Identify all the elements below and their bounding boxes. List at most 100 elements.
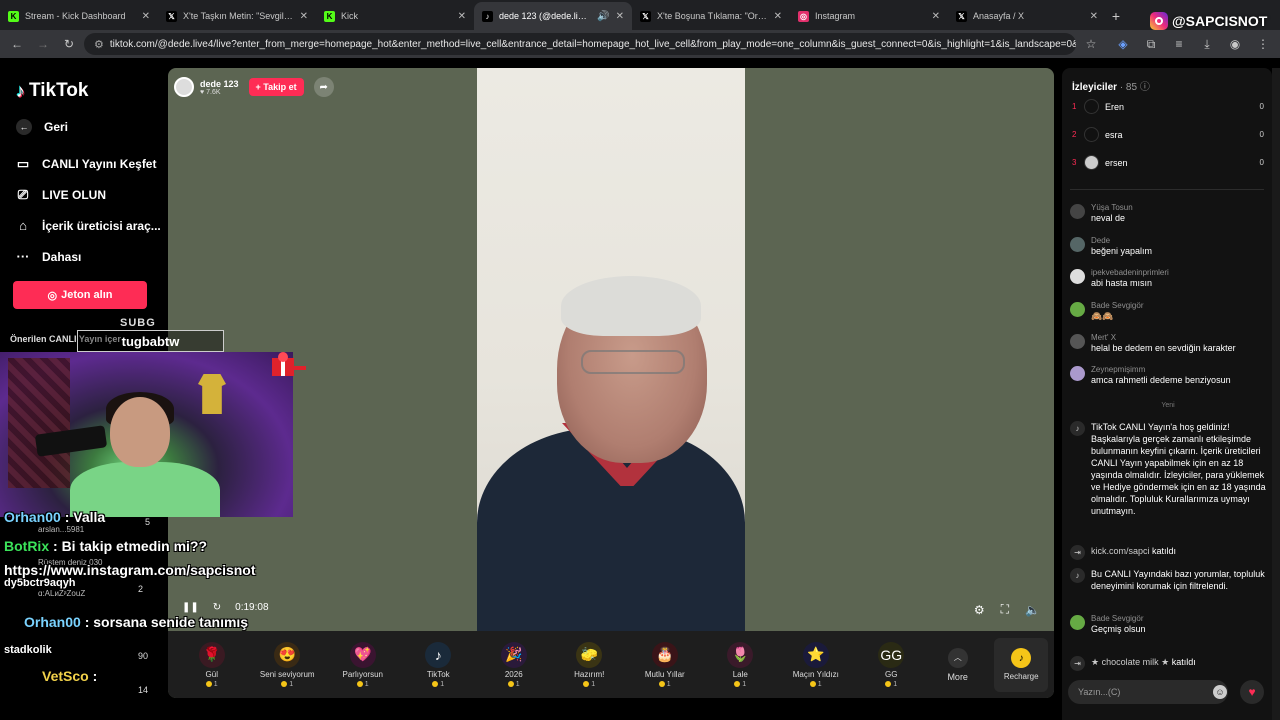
coin-icon bbox=[281, 681, 288, 687]
gift-cost-value: 1 bbox=[364, 680, 369, 688]
profile-icon[interactable]: ◉ bbox=[1224, 33, 1246, 55]
close-icon[interactable]: ✕ bbox=[300, 11, 308, 22]
avatar[interactable] bbox=[1070, 237, 1085, 252]
close-icon[interactable]: ✕ bbox=[142, 11, 150, 22]
gift-item[interactable]: 😍 Seni seviyorum 1 bbox=[250, 641, 326, 688]
gift-item[interactable]: ♪ TikTok 1 bbox=[401, 641, 477, 688]
overlay-chat-line: BotRix : Bi takip etmedin mi?? bbox=[4, 538, 207, 554]
streamer-watermark: @SAPCISNOT bbox=[1150, 12, 1267, 30]
sidebar-item-label: LIVE OLUN bbox=[42, 188, 107, 202]
gift-heart-icon[interactable]: ♥ bbox=[1240, 680, 1264, 704]
sidebar-item-creator-tools[interactable]: ⌂ İçerik üreticisi araç... bbox=[16, 218, 161, 233]
gift-name: Parlıyorsun bbox=[342, 669, 383, 679]
ranking-name: dy5bctr9aqyh bbox=[4, 577, 76, 589]
top-viewer-row[interactable]: 2 esra 0 bbox=[1072, 127, 1264, 142]
extension-icon[interactable]: ◈ bbox=[1112, 33, 1134, 55]
gift-item[interactable]: 🎉 2026 1 bbox=[476, 641, 552, 688]
avatar[interactable] bbox=[1070, 615, 1085, 630]
top-viewer-row[interactable]: 1 Eren 0 bbox=[1072, 99, 1264, 114]
avatar[interactable] bbox=[1070, 302, 1085, 317]
browser-tab[interactable]: ♪ dede 123 (@dede.live4) CA 🔊 ✕ bbox=[474, 2, 632, 30]
gift-item[interactable]: ⭐ Maçın Yıldızı 1 bbox=[778, 641, 854, 688]
recharge-button[interactable]: ♪ Recharge bbox=[994, 637, 1048, 692]
fullscreen-icon[interactable]: ⛶ bbox=[1001, 602, 1009, 617]
downloads-icon[interactable]: ⤓ bbox=[1196, 33, 1218, 55]
refresh-icon[interactable]: ↻ bbox=[213, 602, 221, 613]
page-scrollbar[interactable] bbox=[1272, 68, 1280, 720]
join-user[interactable]: kick.com/sapci bbox=[1091, 546, 1150, 556]
chat-input[interactable]: Yazın...(C) bbox=[1068, 680, 1228, 704]
site-info-icon[interactable]: ⚙ bbox=[94, 38, 104, 51]
gift-name: Hazırım! bbox=[574, 669, 605, 679]
avatar[interactable] bbox=[1070, 334, 1085, 349]
browser-tab[interactable]: ◎ Instagram ✕ bbox=[790, 2, 948, 30]
back-icon[interactable]: ← bbox=[6, 33, 28, 55]
gift-cost: 1 bbox=[507, 681, 520, 688]
browser-tab[interactable]: K Stream - Kick Dashboard ✕ bbox=[0, 2, 158, 30]
settings-icon[interactable]: ⚙ bbox=[974, 603, 985, 617]
chat-username[interactable]: ipekvebadeninprimleri bbox=[1091, 268, 1169, 277]
gift-item[interactable]: 💖 Parlıyorsun 1 bbox=[325, 641, 401, 688]
puzzle-icon[interactable]: ⧉ bbox=[1140, 33, 1162, 55]
join-user[interactable]: ★ chocolate milk ★ bbox=[1091, 657, 1169, 667]
reload-icon[interactable]: ↻ bbox=[58, 33, 80, 55]
new-messages-separator: Yeni bbox=[1161, 402, 1175, 409]
gift-item[interactable]: 🌹 Gül 1 bbox=[174, 641, 250, 688]
close-icon[interactable]: ✕ bbox=[774, 11, 782, 22]
close-icon[interactable]: ✕ bbox=[616, 11, 624, 22]
browser-tab[interactable]: 𝕏 X'te Boşuna Tıklama: "Orkun Iş ✕ bbox=[632, 2, 790, 30]
player-settings-controls: ⚙ ⛶ 🔈 bbox=[974, 602, 1040, 617]
chat-username[interactable]: Dede bbox=[1091, 236, 1152, 245]
address-bar[interactable]: ⚙ tiktok.com/@dede.live4/live?enter_from… bbox=[84, 33, 1076, 55]
gift-item[interactable]: GG GG 1 bbox=[854, 641, 930, 688]
gift-item[interactable]: 🎂 Mutlu Yıllar 1 bbox=[627, 641, 703, 688]
sidebar-item-back[interactable]: ← Geri bbox=[16, 119, 68, 135]
more-gifts-button[interactable]: ︿ More bbox=[929, 647, 986, 682]
gift-icon: 💖 bbox=[349, 641, 376, 668]
chat-username[interactable]: Zeynepmişimm bbox=[1091, 365, 1231, 374]
close-icon[interactable]: ✕ bbox=[1090, 11, 1098, 22]
extensions-area: ◈ ⧉ ≡ ⤓ ◉ ⋮ bbox=[1106, 33, 1274, 55]
live-video-stage[interactable]: dede 123 ♥ 7.6K + Takip et ➦ ❚❚ ↻ 0:19:0… bbox=[168, 68, 1054, 698]
media-icon[interactable]: ≡ bbox=[1168, 33, 1190, 55]
viewers-heading: İzleyiciler · 85 ⓘ bbox=[1072, 78, 1150, 93]
avatar[interactable] bbox=[1070, 366, 1085, 381]
get-coins-button[interactable]: ◎ Jeton alın bbox=[13, 281, 147, 309]
sidebar-item-more[interactable]: ··· Dahası bbox=[16, 249, 82, 264]
avatar[interactable] bbox=[1070, 204, 1085, 219]
kick-icon: K bbox=[324, 10, 335, 22]
avatar[interactable] bbox=[1070, 269, 1085, 284]
tab-audio-icon[interactable]: 🔊 bbox=[597, 11, 609, 22]
close-icon[interactable]: ✕ bbox=[458, 11, 466, 22]
follow-button[interactable]: + Takip et bbox=[248, 78, 304, 96]
chat-username[interactable]: Yüşa Tosun bbox=[1091, 203, 1133, 212]
chat-username[interactable]: Bade Sevgigör bbox=[1091, 614, 1146, 623]
top-viewer-row[interactable]: 3 ersen 0 bbox=[1072, 155, 1264, 170]
gift-item[interactable]: 🧽 Hazırım! 1 bbox=[552, 641, 628, 688]
browser-tab[interactable]: K Kick ✕ bbox=[316, 2, 474, 30]
tiktok-icon: ♪ bbox=[482, 10, 493, 22]
sidebar-item-go-live[interactable]: ⎚ LIVE OLUN bbox=[16, 187, 106, 203]
tiktok-logo[interactable]: ♪ TikTok bbox=[16, 80, 88, 102]
new-tab-button[interactable]: + bbox=[1106, 2, 1126, 30]
gift-name: GG bbox=[885, 669, 898, 679]
chat-username[interactable]: Bade Sevgigör bbox=[1091, 301, 1143, 310]
host-avatar[interactable] bbox=[174, 77, 194, 97]
browser-tab[interactable]: 𝕏 X'te Taşkın Metin: "Sevgili Galat ✕ bbox=[158, 2, 316, 30]
emoji-icon[interactable]: ☺ bbox=[1213, 685, 1227, 699]
pause-icon[interactable]: ❚❚ bbox=[182, 602, 199, 613]
volume-icon[interactable]: 🔈 bbox=[1025, 603, 1040, 617]
share-icon[interactable]: ➦ bbox=[313, 77, 334, 97]
menu-icon[interactable]: ⋮ bbox=[1252, 33, 1274, 55]
host-name[interactable]: dede 123 bbox=[200, 79, 239, 89]
forward-icon[interactable]: → bbox=[32, 33, 54, 55]
bookmark-star-icon[interactable]: ☆ bbox=[1080, 33, 1102, 55]
close-icon[interactable]: ✕ bbox=[932, 11, 940, 22]
cam-rug bbox=[8, 358, 70, 488]
gift-item[interactable]: 🌷 Lale 1 bbox=[703, 641, 779, 688]
browser-tab[interactable]: 𝕏 Anasayfa / X ✕ bbox=[948, 2, 1106, 30]
info-icon[interactable]: ⓘ bbox=[1140, 82, 1150, 93]
chat-username[interactable]: Mert' X bbox=[1091, 333, 1236, 342]
sidebar-item-label: Geri bbox=[44, 120, 69, 134]
sidebar-item-live-explore[interactable]: ▭ CANLI Yayını Keşfet bbox=[16, 156, 157, 172]
